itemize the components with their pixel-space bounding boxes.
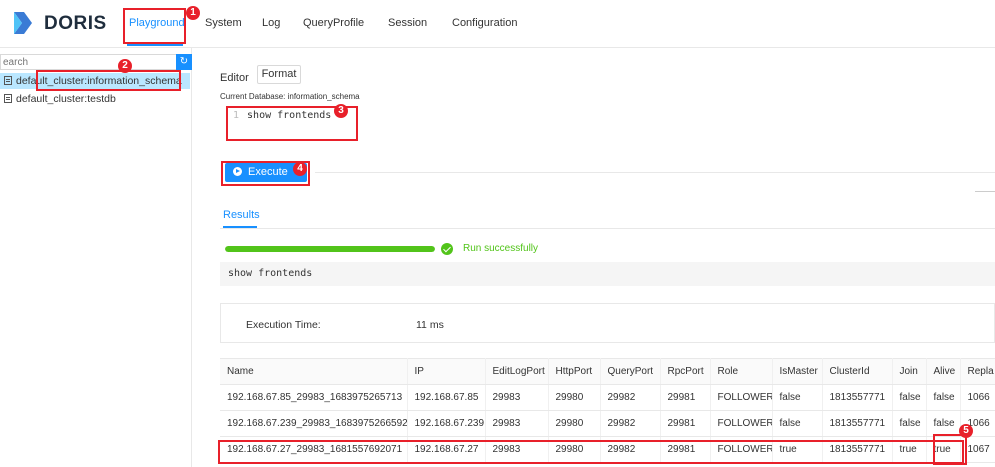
table-cell: 192.168.67.239	[407, 410, 486, 437]
column-header[interactable]: HttpPort	[548, 358, 601, 385]
table-cell: 1066	[960, 384, 995, 411]
table-cell: 29982	[600, 410, 661, 437]
table-cell: 29983	[485, 436, 549, 463]
editor-divider	[315, 172, 995, 173]
annotation-badge: 4	[293, 162, 307, 176]
table-cell: 29982	[600, 384, 661, 411]
editor-label: Editor	[220, 72, 249, 84]
database-icon	[4, 94, 12, 103]
table-cell: 29981	[660, 384, 711, 411]
tree-item-label: default_cluster:testdb	[16, 93, 116, 105]
executed-sql: show frontends	[220, 262, 995, 286]
annotation-badge: 3	[334, 104, 348, 118]
tab-results[interactable]: Results	[223, 209, 260, 221]
table-cell: FOLLOWER	[710, 384, 773, 411]
active-tab-indicator	[127, 44, 183, 46]
table-cell: 192.168.67.27	[407, 436, 486, 463]
table-cell: true	[892, 436, 927, 463]
table-cell: 192.168.67.239_29983_1683975266592	[220, 410, 408, 437]
column-header[interactable]: Repla	[960, 358, 995, 385]
annotation-badge: 5	[959, 424, 973, 438]
table-cell: false	[892, 410, 927, 437]
tab-playground[interactable]: Playground	[129, 17, 185, 29]
table-cell: 29983	[485, 384, 549, 411]
database-sidebar: ↻ default_cluster:information_schema def…	[0, 48, 192, 467]
resize-handle[interactable]	[975, 191, 995, 192]
tree-item-label: default_cluster:information_schema	[16, 75, 182, 87]
annotation-badge: 2	[118, 59, 132, 73]
sql-code: show frontends	[247, 110, 332, 121]
tab-session[interactable]: Session	[388, 17, 427, 29]
table-cell: 29980	[548, 436, 601, 463]
tree-item-information-schema[interactable]: default_cluster:information_schema	[0, 73, 190, 89]
table-cell: true	[926, 436, 961, 463]
refresh-icon[interactable]: ↻	[176, 54, 192, 70]
table-cell: 192.168.67.85	[407, 384, 486, 411]
table-cell: 1813557771	[822, 436, 893, 463]
table-cell: false	[892, 384, 927, 411]
format-button[interactable]: Format	[257, 65, 301, 84]
table-cell: 29981	[660, 436, 711, 463]
database-search-input[interactable]	[0, 54, 176, 70]
tab-configuration[interactable]: Configuration	[452, 17, 517, 29]
table-cell: true	[772, 436, 823, 463]
tab-log[interactable]: Log	[262, 17, 280, 29]
sql-editor[interactable]: 1 show frontends	[233, 110, 331, 121]
column-header[interactable]: Join	[892, 358, 927, 385]
progress-fill	[225, 246, 435, 252]
table-cell: false	[926, 410, 961, 437]
table-cell: FOLLOWER	[710, 436, 773, 463]
main-content: Editor Format Current Database: informat…	[205, 48, 995, 467]
table-cell: 29980	[548, 384, 601, 411]
progress-bar	[225, 246, 435, 252]
table-cell: 29981	[660, 410, 711, 437]
brand-name: DORIS	[44, 13, 107, 34]
column-header[interactable]: ClusterId	[822, 358, 893, 385]
table-cell: 29982	[600, 436, 661, 463]
table-cell: 29980	[548, 410, 601, 437]
column-header[interactable]: IP	[407, 358, 486, 385]
table-cell: false	[772, 410, 823, 437]
table-cell: 1813557771	[822, 410, 893, 437]
table-row: 192.168.67.85_29983_1683975265713 192.16…	[220, 384, 995, 411]
execution-time-label: Execution Time:	[246, 319, 321, 331]
column-header[interactable]: Role	[710, 358, 773, 385]
column-header[interactable]: Name	[220, 358, 408, 385]
table-header-row: Name IP EditLogPort HttpPort QueryPort R…	[220, 358, 995, 385]
tab-system[interactable]: System	[205, 17, 242, 29]
check-circle-icon	[441, 243, 453, 255]
table-cell: 29983	[485, 410, 549, 437]
play-icon	[233, 167, 242, 176]
column-header[interactable]: QueryPort	[600, 358, 661, 385]
tree-item-testdb[interactable]: default_cluster:testdb	[0, 91, 190, 107]
line-number: 1	[233, 110, 240, 121]
results-divider	[220, 228, 995, 229]
column-header[interactable]: IsMaster	[772, 358, 823, 385]
table-cell: 1813557771	[822, 384, 893, 411]
column-header[interactable]: EditLogPort	[485, 358, 549, 385]
top-nav-bar: DORIS Playground System Log QueryProfile…	[0, 0, 995, 48]
annotation-badge: 1	[186, 6, 200, 20]
table-cell: false	[772, 384, 823, 411]
run-status: Run successfully	[463, 243, 539, 254]
table-row: 192.168.67.239_29983_1683975266592 192.1…	[220, 410, 995, 437]
execute-label: Execute	[248, 166, 288, 178]
column-header[interactable]: RpcPort	[660, 358, 711, 385]
table-cell: false	[926, 384, 961, 411]
tab-queryprofile[interactable]: QueryProfile	[303, 17, 364, 29]
current-database: Current Database: information_schema	[220, 92, 360, 101]
execution-time-panel: Execution Time: 11 ms	[220, 303, 995, 343]
table-row: 192.168.67.27_29983_1681557692071 192.16…	[220, 436, 995, 463]
column-header[interactable]: Alive	[926, 358, 961, 385]
execution-time-value: 11 ms	[416, 319, 444, 331]
table-cell: 192.168.67.27_29983_1681557692071	[220, 436, 408, 463]
table-cell: 192.168.67.85_29983_1683975265713	[220, 384, 408, 411]
doris-logo-icon	[14, 12, 32, 34]
table-cell: FOLLOWER	[710, 410, 773, 437]
table-cell: 1067	[960, 436, 995, 463]
results-table: Name IP EditLogPort HttpPort QueryPort R…	[220, 358, 995, 463]
database-icon	[4, 76, 12, 85]
